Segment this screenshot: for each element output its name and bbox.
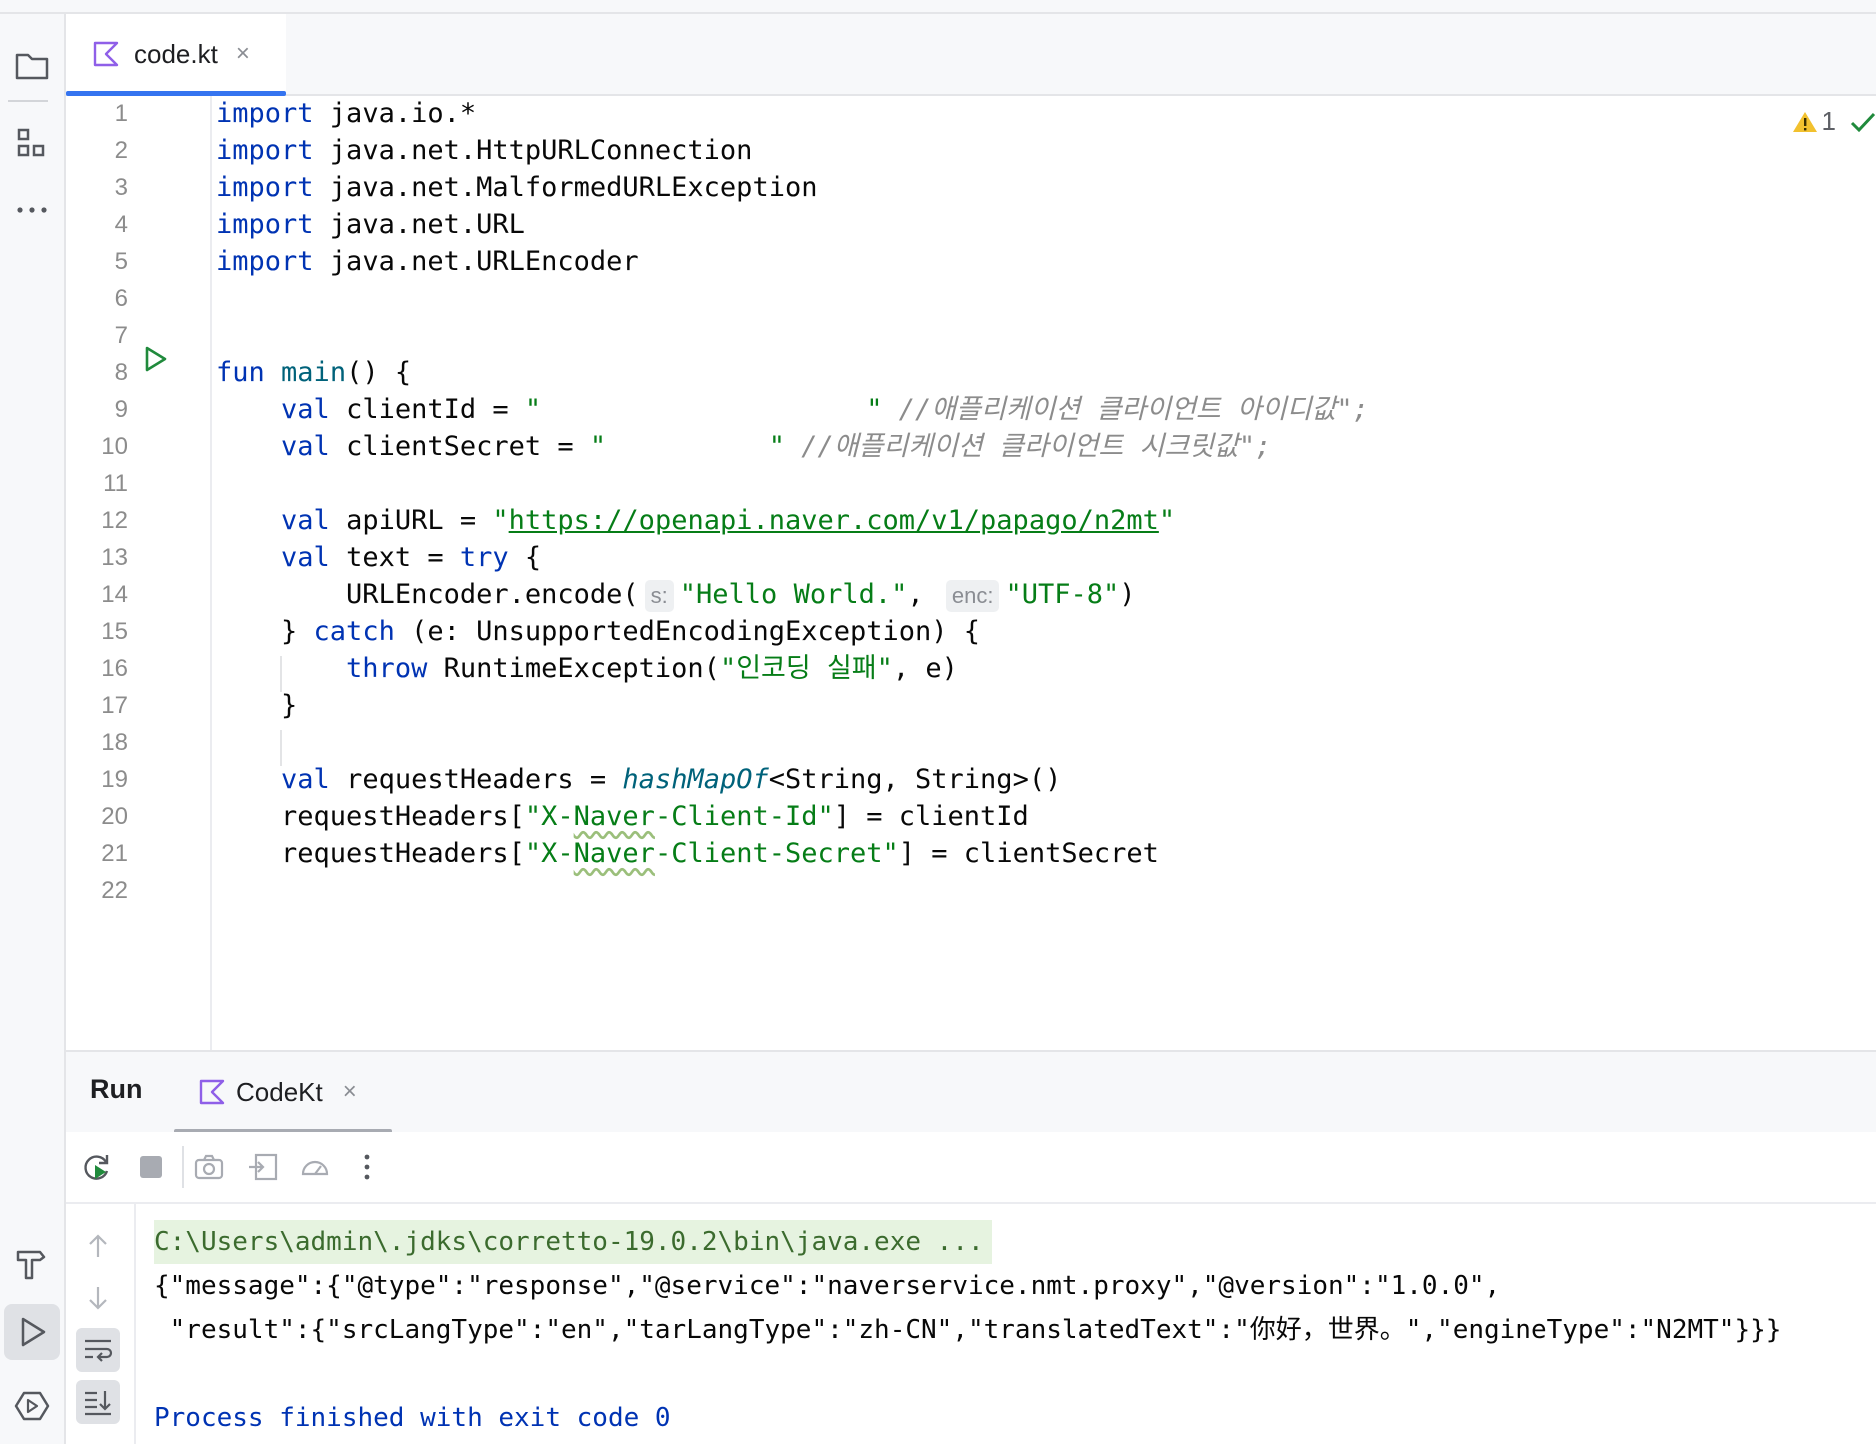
scroll-up-button[interactable] bbox=[76, 1224, 120, 1268]
line-number: 19 bbox=[101, 766, 128, 793]
console-side-toolbar bbox=[66, 1204, 136, 1444]
kebab-icon bbox=[364, 1154, 370, 1180]
tab-label: code.kt bbox=[134, 38, 218, 69]
line-number: 1 bbox=[114, 100, 128, 127]
stop-icon bbox=[140, 1156, 162, 1178]
project-tool-button[interactable] bbox=[4, 38, 60, 94]
tab-codekt[interactable]: CodeKt × bbox=[174, 1052, 392, 1134]
console-output[interactable]: C:\Users\admin\.jdks\corretto-19.0.2\bin… bbox=[136, 1204, 1876, 1444]
line-number: 20 bbox=[101, 803, 128, 830]
more-actions-button[interactable] bbox=[348, 1148, 386, 1186]
parameter-hint: s: bbox=[644, 580, 674, 612]
services-icon bbox=[14, 1391, 50, 1421]
services-tool-button[interactable] bbox=[4, 1378, 60, 1434]
left-tool-window-bar bbox=[0, 14, 66, 1444]
restore-layout-button[interactable] bbox=[244, 1148, 282, 1186]
console-command-line: C:\Users\admin\.jdks\corretto-19.0.2\bin… bbox=[154, 1220, 992, 1264]
line-number: 11 bbox=[103, 470, 128, 497]
run-panel-header: Run CodeKt × bbox=[66, 1050, 1876, 1134]
console-output-line: "result":{"srcLangType":"en","tarLangTyp… bbox=[154, 1315, 1782, 1345]
more-icon bbox=[17, 207, 47, 213]
profiler-button[interactable] bbox=[296, 1148, 334, 1186]
more-tool-windows-button[interactable] bbox=[4, 182, 60, 238]
line-number: 10 bbox=[101, 433, 128, 460]
console-output-line: {"message":{"@type":"response","@service… bbox=[154, 1271, 1501, 1301]
inspection-widget[interactable]: 1 bbox=[1792, 106, 1876, 137]
toolbar-divider bbox=[182, 1146, 184, 1188]
run-panel-title: Run bbox=[90, 1074, 143, 1104]
scroll-to-end-icon bbox=[85, 1391, 111, 1416]
console-exit-message: Process finished with exit code 0 bbox=[154, 1403, 671, 1433]
line-number: 7 bbox=[114, 322, 128, 349]
folder-icon bbox=[15, 53, 49, 80]
profiler-icon bbox=[301, 1160, 329, 1176]
run-tool-button[interactable] bbox=[4, 1304, 60, 1360]
structure-icon bbox=[17, 128, 45, 157]
line-number: 14 bbox=[101, 581, 128, 608]
editor-tab-bar: code.kt × bbox=[66, 14, 1876, 96]
tab-close-button[interactable]: × bbox=[236, 40, 250, 68]
title-bar bbox=[0, 0, 1876, 14]
line-number: 2 bbox=[114, 137, 128, 164]
line-number: 5 bbox=[114, 248, 128, 275]
checkmark-icon bbox=[1850, 112, 1876, 132]
line-number: 12 bbox=[101, 507, 128, 534]
kotlin-file-icon bbox=[93, 41, 119, 67]
code-line-5: import java.net.URLEncoder bbox=[216, 246, 639, 277]
code-line-17: } bbox=[281, 690, 298, 721]
screenshot-icon bbox=[194, 1154, 224, 1180]
arrow-up-icon bbox=[89, 1234, 107, 1257]
screenshot-button[interactable] bbox=[190, 1148, 228, 1186]
line-number: 6 bbox=[114, 285, 128, 312]
code-line-21: requestHeaders["X-Naver-Client-Secret"] … bbox=[281, 838, 1159, 869]
line-number-gutter: 1 2 3 4 5 6 7 8 9 10 11 12 13 14 15 16 1… bbox=[66, 96, 210, 1050]
soft-wrap-icon bbox=[85, 1339, 113, 1362]
parameter-hint: enc: bbox=[945, 580, 1000, 612]
divider bbox=[8, 100, 48, 102]
line-number: 15 bbox=[101, 618, 128, 645]
build-tool-button[interactable] bbox=[4, 1236, 60, 1292]
run-icon bbox=[21, 1317, 46, 1347]
arrow-down-icon bbox=[89, 1287, 107, 1310]
api-url-link[interactable]: https://openapi.naver.com/v1/papago/n2mt bbox=[509, 505, 1159, 536]
line-number: 4 bbox=[114, 211, 128, 238]
stop-button[interactable] bbox=[132, 1148, 170, 1186]
scroll-to-end-button[interactable] bbox=[76, 1380, 120, 1424]
line-number: 8 bbox=[114, 359, 128, 386]
line-number: 16 bbox=[101, 655, 128, 682]
line-number: 18 bbox=[101, 729, 128, 756]
kotlin-file-icon bbox=[199, 1079, 225, 1105]
rerun-button[interactable] bbox=[78, 1148, 116, 1186]
soft-wrap-button[interactable] bbox=[76, 1328, 120, 1372]
code-line-16: throw RuntimeException("인코딩 실패", e) bbox=[346, 653, 958, 684]
warning-icon bbox=[1792, 111, 1817, 132]
run-tab-close-button[interactable]: × bbox=[343, 1078, 357, 1106]
line-number: 13 bbox=[101, 544, 128, 571]
line-number: 3 bbox=[114, 174, 128, 201]
code-editor[interactable]: 1 2 3 4 5 6 7 8 9 10 11 12 13 14 15 16 1… bbox=[66, 96, 1876, 1050]
line-number: 9 bbox=[114, 396, 128, 423]
warning-count: 1 bbox=[1821, 106, 1836, 136]
run-tab-label: CodeKt bbox=[236, 1076, 323, 1107]
tab-code-kt[interactable]: code.kt × bbox=[66, 14, 286, 96]
restore-layout-icon bbox=[249, 1153, 278, 1181]
line-number: 22 bbox=[101, 877, 128, 904]
build-icon bbox=[16, 1250, 46, 1280]
code-line-10: val clientSecret = " " //애플리케이션 클라이언트 시크… bbox=[281, 431, 1272, 462]
run-gutter-icon[interactable] bbox=[140, 344, 170, 374]
line-number: 21 bbox=[101, 840, 128, 867]
line-number: 17 bbox=[101, 692, 128, 719]
structure-tool-button[interactable] bbox=[4, 116, 60, 172]
scroll-down-button[interactable] bbox=[76, 1276, 120, 1320]
rerun-icon bbox=[84, 1155, 109, 1180]
run-toolbar bbox=[66, 1132, 1876, 1204]
gutter-divider bbox=[210, 96, 212, 1050]
